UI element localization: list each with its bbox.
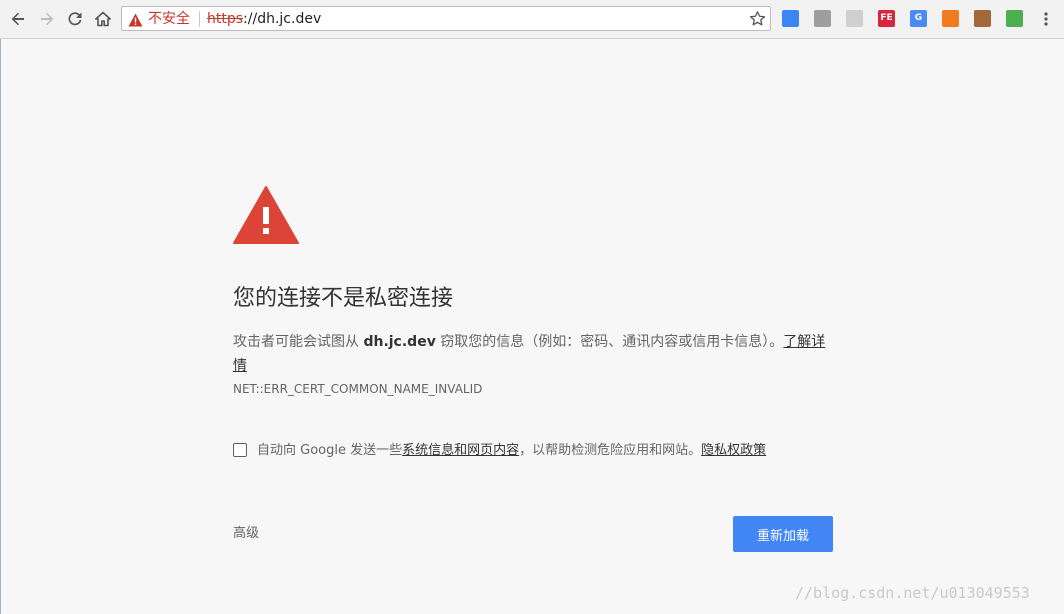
page-heading: 您的连接不是私密连接 — [233, 286, 454, 311]
window-edge — [0, 39, 1, 614]
address-bar-divider — [199, 11, 200, 27]
url-text[interactable]: https://dh.jc.dev — [207, 10, 321, 28]
home-icon[interactable] — [92, 8, 114, 30]
back-icon[interactable] — [7, 8, 29, 30]
optin-prefix: 自动向 Google 发送一些 — [257, 443, 403, 458]
explanation-paragraph: 攻击者可能会试图从 dh.jc.dev 窃取您的信息（例如：密码、通讯内容或信用… — [233, 330, 837, 378]
grid-extension-icon[interactable] — [942, 10, 959, 27]
menu-icon[interactable] — [1039, 9, 1053, 29]
pen-extension-icon[interactable] — [846, 10, 863, 27]
error-code: NET::ERR_CERT_COMMON_NAME_INVALID — [233, 382, 483, 396]
privacy-policy-link[interactable]: 隐私权政策 — [701, 443, 766, 458]
translate-extension-icon[interactable]: G — [910, 10, 927, 27]
not-secure-warning-icon[interactable] — [128, 12, 143, 27]
system-info-link[interactable]: 系统信息和网页内容 — [402, 443, 519, 458]
reload-icon[interactable] — [64, 8, 86, 30]
send-report-checkbox[interactable] — [233, 443, 247, 457]
warning-triangle-icon — [232, 185, 300, 245]
url-scheme: https — [207, 11, 244, 27]
watermark: //blog.csdn.net/u013049553 — [795, 584, 1030, 602]
bookmark-star-icon[interactable] — [749, 10, 766, 27]
monkey-extension-icon[interactable] — [974, 10, 991, 27]
user-extension-icon[interactable] — [814, 10, 831, 27]
optin-middle: ，以帮助检测危险应用和网站。 — [519, 443, 702, 458]
address-bar[interactable]: 不安全 https://dh.jc.dev — [121, 6, 771, 31]
download-extension-icon[interactable] — [782, 10, 799, 27]
site-host: dh.jc.dev — [363, 334, 436, 350]
colorful-extension-icon[interactable] — [1006, 10, 1023, 27]
explanation-prefix: 攻击者可能会试图从 — [233, 334, 364, 350]
explanation-suffix: 窃取您的信息（例如：密码、通讯内容或信用卡信息）。 — [435, 334, 784, 350]
send-report-label: 自动向 Google 发送一些系统信息和网页内容，以帮助检测危险应用和网站。隐私… — [257, 441, 766, 461]
url-host: ://dh.jc.dev — [243, 11, 322, 27]
security-state-label[interactable]: 不安全 — [148, 10, 190, 28]
browser-toolbar: 不安全 https://dh.jc.dev FE G — [0, 0, 1064, 39]
reload-button[interactable]: 重新加载 — [733, 516, 833, 552]
advanced-link[interactable]: 高级 — [233, 524, 259, 544]
fe-extension-icon[interactable]: FE — [878, 10, 895, 27]
forward-icon[interactable] — [36, 8, 58, 30]
